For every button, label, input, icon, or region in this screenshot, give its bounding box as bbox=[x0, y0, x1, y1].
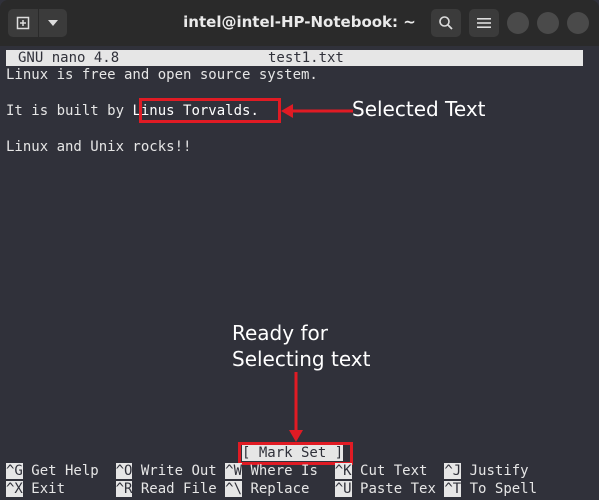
shortcut-key[interactable]: ^G bbox=[6, 463, 23, 479]
shortcut-key[interactable]: ^J bbox=[444, 463, 462, 479]
minimize-button[interactable] bbox=[507, 12, 529, 34]
hamburger-menu-icon bbox=[477, 18, 491, 28]
hamburger-menu-button[interactable] bbox=[469, 9, 499, 37]
terminal-area[interactable]: GNU nano 4.8 test1.txt Linux is free and … bbox=[0, 46, 599, 500]
shortcut-label: Read File bbox=[132, 481, 226, 497]
editor-line-5: Linux and Unix rocks!! bbox=[6, 139, 192, 155]
shortcut-key[interactable]: ^W bbox=[225, 463, 243, 479]
shortcut-label: Replace bbox=[242, 481, 335, 497]
shortcut-label: Write Out bbox=[132, 463, 226, 479]
shortcut-key[interactable]: ^X bbox=[6, 481, 23, 497]
selected-text-highlight-box bbox=[139, 98, 281, 123]
selected-text-label: Selected Text bbox=[352, 97, 486, 121]
nano-header: GNU nano 4.8 test1.txt bbox=[6, 50, 583, 66]
maximize-button[interactable] bbox=[537, 12, 559, 34]
shortcut-label: To Spell bbox=[461, 481, 538, 497]
shortcuts-row-2: ^X Exit ^R Read File ^\ Replace ^U Paste… bbox=[6, 480, 537, 498]
search-button[interactable] bbox=[431, 9, 461, 37]
shortcut-label: Paste Tex bbox=[351, 481, 445, 497]
shortcut-key[interactable]: ^T bbox=[444, 481, 462, 497]
shortcut-label: Exit bbox=[22, 481, 116, 497]
close-button[interactable] bbox=[567, 12, 589, 34]
shortcut-label: Cut Text bbox=[351, 463, 445, 479]
editor-line-1: Linux is free and open source system. bbox=[6, 67, 318, 83]
nano-filename: test1.txt bbox=[268, 50, 344, 66]
editor-line-3-text: It is built by bbox=[6, 103, 133, 119]
search-icon bbox=[439, 16, 453, 30]
arrow-to-status-icon bbox=[289, 372, 303, 442]
ready-label-line2: Selecting text bbox=[232, 347, 371, 371]
shortcut-key[interactable]: ^U bbox=[334, 481, 352, 497]
nano-version: GNU nano 4.8 bbox=[18, 50, 120, 66]
window-titlebar: intel@intel-HP-Notebook: ~ bbox=[0, 0, 599, 46]
arrow-to-selection-icon bbox=[281, 104, 353, 118]
shortcuts-row-1: ^G Get Help ^O Write Out ^W Where Is ^K … bbox=[6, 462, 529, 480]
shortcut-key[interactable]: ^\ bbox=[225, 481, 243, 497]
shortcut-label: Get Help bbox=[22, 463, 116, 479]
shortcut-key[interactable]: ^R bbox=[115, 481, 133, 497]
ready-label-line1: Ready for bbox=[232, 321, 328, 345]
shortcut-label: Where Is bbox=[242, 463, 335, 479]
shortcut-key[interactable]: ^O bbox=[115, 463, 133, 479]
shortcut-label: Justify bbox=[461, 463, 529, 479]
shortcut-key[interactable]: ^K bbox=[334, 463, 352, 479]
